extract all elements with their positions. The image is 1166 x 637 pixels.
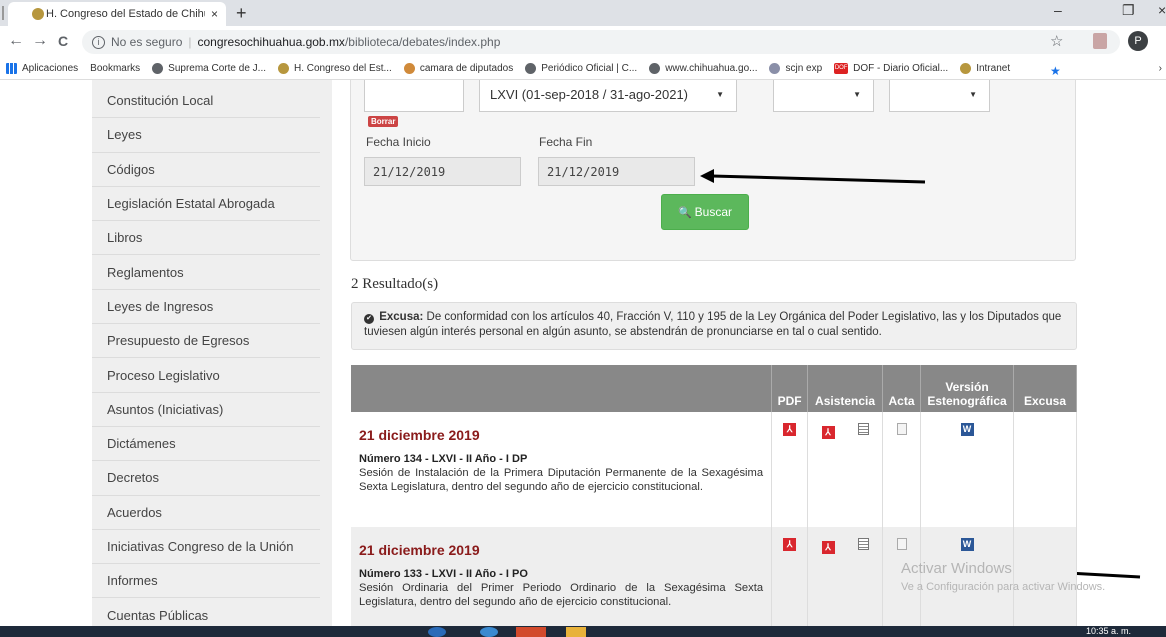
bookmark-congreso[interactable]: H. Congreso del Est... <box>278 63 392 74</box>
maximize-icon[interactable]: ❐ <box>1122 2 1135 19</box>
address-bar-row: ← → C i No es seguro | congresochihuahua… <box>0 26 1166 58</box>
session-number: Número 133 - LXVI - II Año - I PO <box>359 568 528 580</box>
tab-separator <box>2 6 4 20</box>
bookmark-periodico[interactable]: Periódico Oficial | C... <box>525 63 637 74</box>
page-content: Constitución Local Leyes Códigos Legisla… <box>0 80 1166 626</box>
profile-avatar[interactable]: P <box>1128 31 1148 51</box>
word-icon[interactable]: W <box>960 423 974 436</box>
column-header-acta: Acta <box>882 365 922 412</box>
column-header-asistencia: Asistencia <box>807 365 884 412</box>
bookmark-camara[interactable]: camara de diputados <box>403 63 513 74</box>
pdf-icon[interactable]: ⅄ <box>783 423 797 436</box>
column-header-descripcion <box>351 365 773 412</box>
taskbar-app-icon[interactable] <box>428 627 446 637</box>
activate-windows-watermark: Activar Windows Ve a Configuración para … <box>901 560 1106 593</box>
globe-icon <box>152 63 164 74</box>
word-icon[interactable]: W <box>960 538 974 551</box>
new-tab-button[interactable]: + <box>236 3 247 24</box>
url-input[interactable]: i No es seguro | congresochihuahua.gob.m… <box>82 30 1120 54</box>
session-date: 21 diciembre 2019 <box>359 427 480 443</box>
tab-close-icon[interactable]: × <box>211 7 218 21</box>
asistencia-list-icon[interactable] <box>857 423 869 435</box>
globe-icon <box>649 63 661 74</box>
table-row: 21 diciembre 2019 Número 134 - LXVI - II… <box>351 412 1078 527</box>
window-close-icon[interactable]: × <box>1158 2 1166 18</box>
congreso-icon <box>960 63 972 74</box>
bookmark-bookmarks[interactable]: ★ Bookmarks <box>90 63 1061 78</box>
congreso-favicon-icon <box>32 8 44 20</box>
star-icon: ★ <box>1050 64 1061 78</box>
bookmark-chihuahua[interactable]: www.chihuahua.go... <box>649 63 757 74</box>
globe-icon <box>525 63 537 74</box>
bookmark-aplicaciones[interactable]: Aplicaciones <box>6 63 78 74</box>
back-icon[interactable]: ← <box>8 32 24 50</box>
security-label: No es seguro <box>111 35 183 49</box>
bookmark-dof[interactable]: DOF DOF - Diario Oficial... <box>834 63 948 74</box>
taskbar-folder-icon[interactable] <box>566 627 586 637</box>
reload-icon[interactable]: C <box>58 33 68 49</box>
taskbar-app-icon[interactable] <box>480 627 498 637</box>
excusa-label: Excusa: <box>379 311 424 323</box>
url-host: congresochihuahua.gob.mx <box>197 35 345 49</box>
apps-icon <box>6 63 17 74</box>
bookmark-scjn[interactable]: scjn exp <box>769 63 822 74</box>
info-icon[interactable]: i <box>92 35 105 49</box>
pdf-icon[interactable]: ⅄ <box>783 538 797 551</box>
bookmarks-more-icon[interactable]: › <box>1159 63 1162 74</box>
excusa-notice: ✔ Excusa: De conformidad con los artícul… <box>351 302 1077 350</box>
minimize-icon[interactable]: – <box>1054 2 1062 18</box>
taskbar-clock: 10:35 a. m. <box>1086 626 1132 636</box>
tab-title: H. Congreso del Estado de Chihu <box>46 8 205 20</box>
pdf-extension-icon[interactable] <box>1093 33 1107 49</box>
tab-strip: H. Congreso del Estado de Chihu × + – ❐ … <box>0 0 1166 26</box>
acta-document-icon[interactable] <box>896 423 907 435</box>
session-number: Número 134 - LXVI - II Año - I DP <box>359 453 528 465</box>
taskbar-chrome-icon[interactable] <box>516 627 546 637</box>
bookmarks-bar: Aplicaciones ★ Bookmarks Suprema Corte de… <box>0 58 1166 80</box>
bookmark-intranet[interactable]: Intranet <box>960 63 1010 74</box>
session-description: Sesión de Instalación de la Primera Dipu… <box>359 467 764 493</box>
check-circle-icon: ✔ <box>364 314 374 324</box>
dof-icon: DOF <box>834 63 849 74</box>
excusa-cell <box>1013 412 1078 527</box>
forward-icon[interactable]: → <box>32 32 48 50</box>
scjn-icon <box>769 63 781 74</box>
bookmark-star-icon[interactable]: ☆ <box>1050 32 1063 50</box>
url-divider: | <box>188 35 192 49</box>
asistencia-pdf-icon[interactable]: ⅄ <box>821 541 835 554</box>
session-description: Sesión Ordinaria del Primer Periodo Ordi… <box>359 582 764 608</box>
camara-icon <box>403 63 415 74</box>
asistencia-pdf-icon[interactable]: ⅄ <box>821 426 835 439</box>
congreso-icon <box>278 63 289 74</box>
bookmark-suprema-corte[interactable]: Suprema Corte de J... <box>152 63 266 74</box>
url-path: /biblioteca/debates/index.php <box>344 35 501 49</box>
acta-document-icon[interactable] <box>896 538 907 550</box>
excusa-text: De conformidad con los artículos 40, Fra… <box>364 311 1062 338</box>
asistencia-list-icon[interactable] <box>857 538 869 550</box>
column-header-pdf: PDF <box>771 365 809 412</box>
results-count: 2 Resultado(s) <box>351 276 439 292</box>
annotation-arrow-fecha-fin <box>700 169 926 184</box>
browser-tab[interactable]: H. Congreso del Estado de Chihu × <box>8 2 226 26</box>
column-header-excusa: Excusa <box>1013 365 1078 412</box>
session-date: 21 diciembre 2019 <box>359 542 480 558</box>
column-header-version: Versión Estenográfica <box>920 365 1014 412</box>
